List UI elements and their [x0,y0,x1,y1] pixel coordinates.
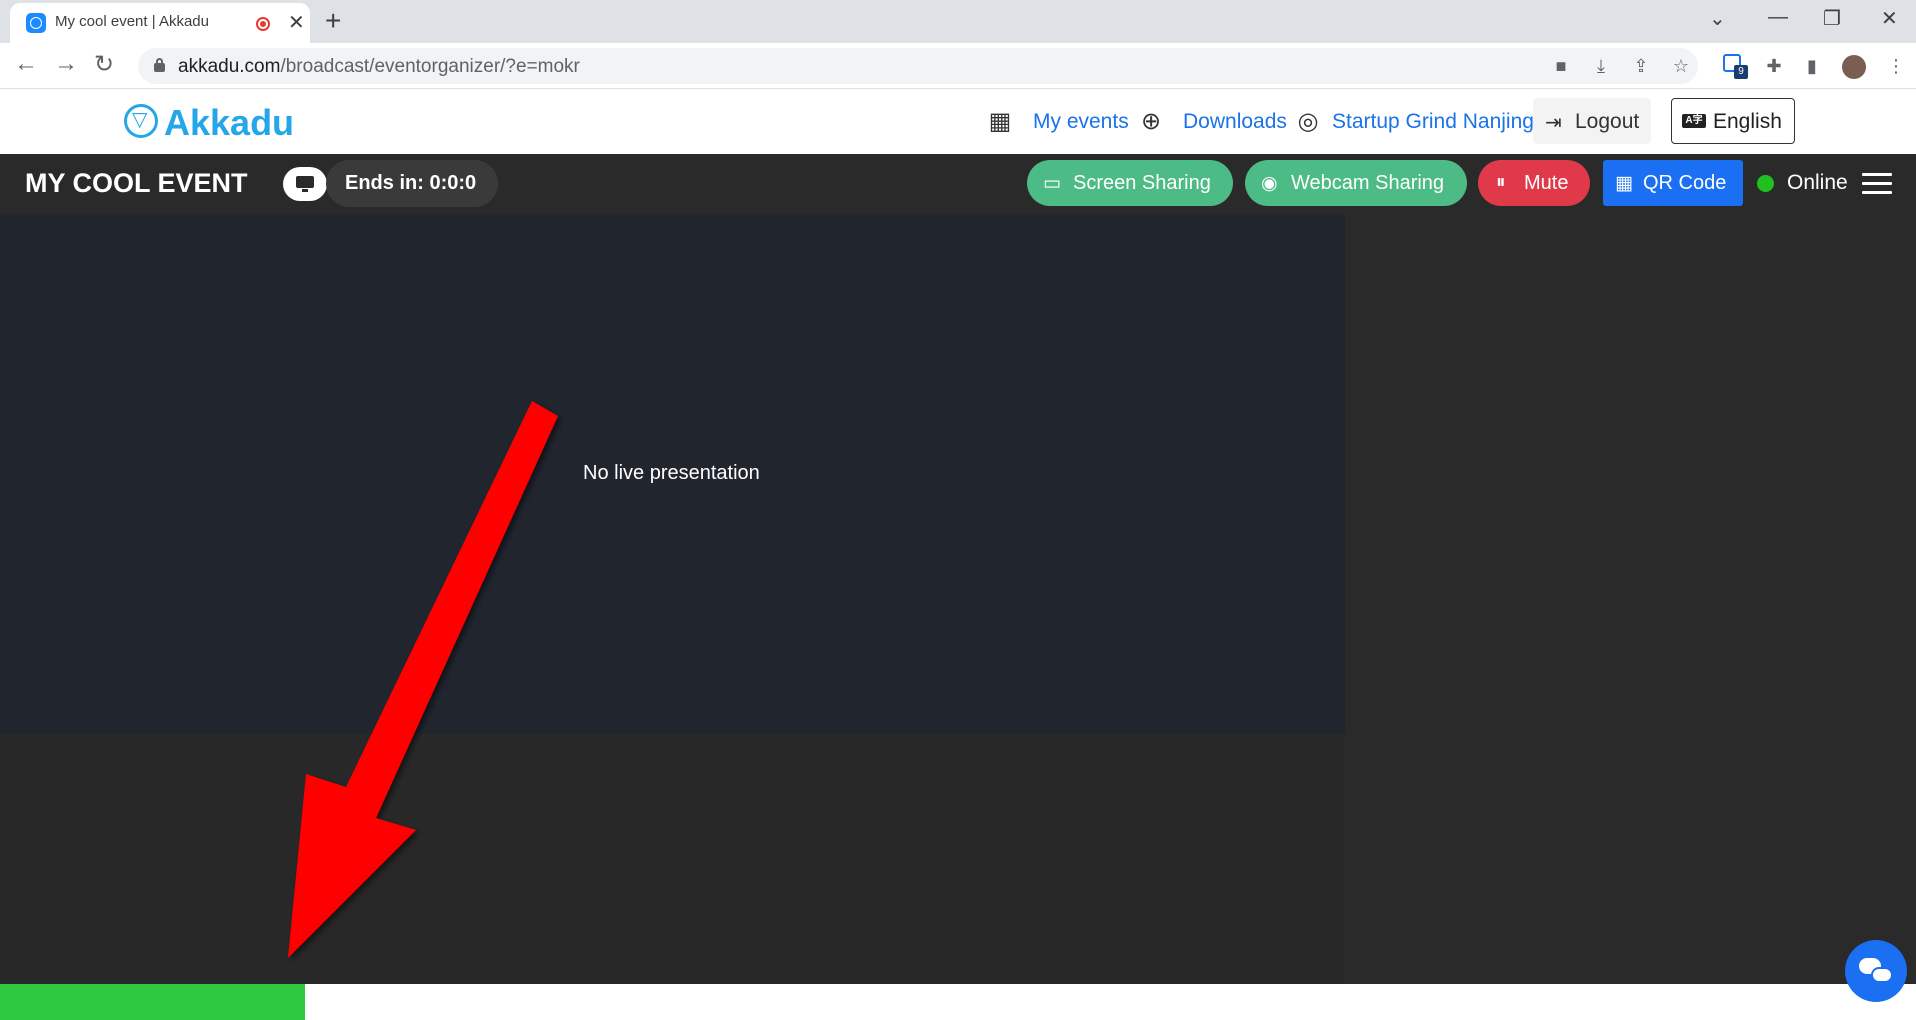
ends-in-text: Ends in: 0:0:0 [345,172,477,194]
forward-arrow-icon[interactable]: → [54,50,78,78]
language-icon: A字 [1682,114,1706,128]
calendar-icon[interactable]: ▦ [986,108,1014,136]
reload-icon[interactable]: ↻ [94,50,114,79]
logout-icon: ⇥ [1545,112,1562,134]
webcam-sharing-button[interactable]: ◉ Webcam Sharing [1245,160,1467,206]
akkadu-logo-icon[interactable] [124,104,158,138]
url-text[interactable]: akkadu.com/broadcast/eventorganizer/?e=m… [178,56,580,78]
camera-in-use-icon[interactable]: ■ [1550,55,1572,77]
bookmark-star-icon[interactable]: ☆ [1670,55,1692,77]
mute-label: Mute [1524,172,1569,194]
akkadu-logo-text[interactable]: Akkadu [164,102,294,144]
my-events-link[interactable]: My events [1033,110,1129,134]
online-status-dot [1757,175,1774,192]
qr-code-label: QR Code [1643,172,1727,194]
presentation-stage: No live presentation [0,214,1345,734]
akkadu-favicon-icon [26,13,46,33]
pause-circle-icon: ⏸ [1496,172,1506,193]
share-icon[interactable]: ⇪ [1630,55,1652,77]
tab-title: My cool event | Akkadu [55,13,209,30]
browser-toolbar: ← → ↻ akkadu.com/broadcast/eventorganize… [0,43,1916,89]
extensions-puzzle-icon[interactable]: ✚ [1762,54,1786,78]
hamburger-menu-icon[interactable] [1862,173,1892,195]
screen-sharing-button[interactable]: ▭ Screen Sharing [1027,160,1233,206]
logout-label: Logout [1575,110,1640,133]
new-tab-button[interactable]: + [325,5,341,37]
download-circle-icon[interactable]: ⊕ [1137,108,1165,136]
language-label: English [1713,110,1782,133]
browser-tab[interactable]: My cool event | Akkadu ✕ [10,3,310,43]
qr-code-icon: ▦ [1615,173,1633,194]
chat-button[interactable] [1845,940,1907,1002]
profile-avatar[interactable] [1841,54,1866,79]
browser-menu-icon[interactable]: ⋮ [1884,54,1908,78]
side-panel [1345,214,1916,984]
event-control-bar: MY COOL EVENT Ends in: 0:0:0 ▭ Screen Sh… [0,154,1916,214]
language-selector-button[interactable]: A字 English [1671,98,1795,144]
user-circle-icon[interactable]: ◎ [1294,108,1322,136]
lower-panel [0,734,1345,984]
org-name-link[interactable]: Startup Grind Nanjing [1332,110,1534,134]
webcam-sharing-label: Webcam Sharing [1291,172,1445,194]
side-panel-icon[interactable]: ▮ [1800,54,1824,78]
lock-icon[interactable] [154,58,165,72]
webcam-icon: ◉ [1261,173,1278,194]
event-countdown: Ends in: 0:0:0 [326,160,498,207]
presentation-monitor-button[interactable] [283,167,327,201]
address-bar[interactable]: akkadu.com/broadcast/eventorganizer/?e=m… [138,48,1698,84]
restore-button[interactable]: ❐ [1823,6,1841,31]
install-app-icon[interactable]: ⤓ [1590,55,1612,77]
monitor-icon [296,176,314,188]
no-live-presentation-message: No live presentation [583,462,760,484]
downloads-link[interactable]: Downloads [1183,110,1287,134]
online-status-label: Online [1787,171,1848,194]
tab-close-button[interactable]: ✕ [288,10,305,35]
recording-indicator-icon [256,17,270,31]
extension-badge-icon[interactable]: 9 [1721,52,1748,79]
tab-search-button[interactable]: ⌄ [1709,6,1726,31]
minimize-button[interactable]: — [1768,6,1788,29]
browser-tab-strip: My cool event | Akkadu ✕ + ⌄ — ❐ ✕ [0,0,1916,43]
site-header: Akkadu ▦ My events ⊕ Downloads ◎ Startup… [0,90,1916,154]
logout-button[interactable]: ⇥ Logout [1533,98,1651,144]
event-title: MY COOL EVENT [25,168,248,198]
screen-sharing-label: Screen Sharing [1073,172,1211,194]
progress-bar [0,984,305,1020]
extension-badge-count: 9 [1734,65,1748,79]
close-window-button[interactable]: ✕ [1881,6,1898,31]
monitor-icon: ▭ [1043,173,1061,194]
mute-button[interactable]: ⏸ Mute [1478,160,1590,206]
qr-code-button[interactable]: ▦ QR Code [1603,160,1743,206]
back-arrow-icon[interactable]: ← [14,50,38,78]
